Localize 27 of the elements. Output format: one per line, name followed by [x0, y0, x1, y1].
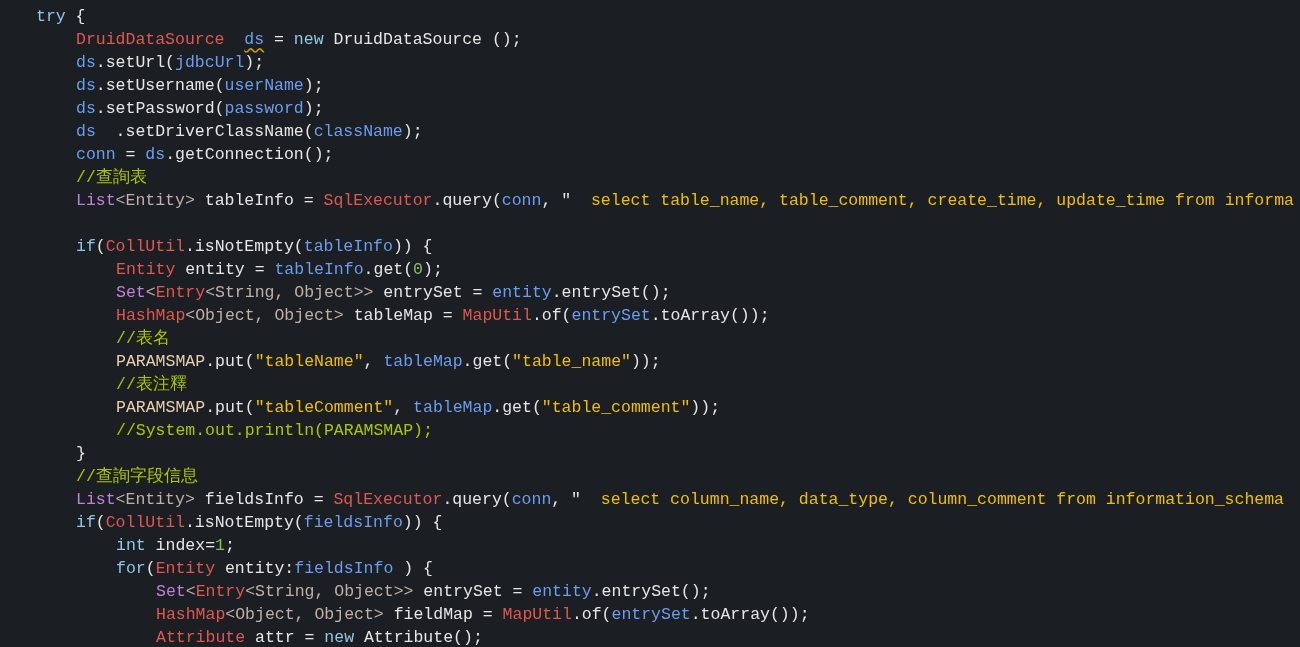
code-line: Set<Entry<String, Object>> entrySet = entity.entrySet(); [116, 282, 671, 304]
code-line: int index=1; [116, 535, 235, 557]
code-line: ds.setPassword(password); [76, 98, 324, 120]
code-line: List<Entity> fieldsInfo = SqlExecutor.query(conn, " select column_name, data_type, column_comment from information_schema [76, 489, 1285, 511]
code-line: HashMap<Object, Object> fieldMap = MapUtil.of(entrySet.toArray()); [156, 604, 810, 626]
code-line: //查詢表 [76, 167, 147, 189]
code-line: if(CollUtil.isNotEmpty(tableInfo)) { [76, 236, 433, 258]
code-line: ds .setDriverClassName(className); [76, 121, 423, 143]
code-line: //表名 [116, 328, 170, 350]
code-line: for(Entity entity:fieldsInfo ) { [116, 558, 433, 580]
code-line: Attribute attr = new Attribute(); [156, 627, 483, 647]
code-line: List<Entity> tableInfo = SqlExecutor.query(conn, " select table_name, table_comment, create_time, update_time from informa [76, 190, 1294, 212]
code-line: Set<Entry<String, Object>> entrySet = entity.entrySet(); [156, 581, 711, 603]
code-line: PARAMSMAP.put("tableComment", tableMap.get("table_comment")); [116, 397, 721, 419]
code-line: HashMap<Object, Object> tableMap = MapUtil.of(entrySet.toArray()); [116, 305, 770, 327]
code-line: if(CollUtil.isNotEmpty(fieldsInfo)) { [76, 512, 443, 534]
code-line: //表注釋 [116, 374, 187, 396]
code-line: ds.setUsername(userName); [76, 75, 324, 97]
code-line: Entity entity = tableInfo.get(0); [116, 259, 443, 281]
code-line: ds.setUrl(jdbcUrl); [76, 52, 265, 74]
code-line: try { [36, 6, 86, 28]
code-line: DruidDataSource ds = new DruidDataSource (); [76, 29, 522, 51]
code-line: //查詢字段信息 [76, 465, 198, 488]
code-line: } [76, 443, 86, 465]
code-line: PARAMSMAP.put("tableName", tableMap.get("table_name")); [116, 351, 661, 373]
code-line: //System.out.println(PARAMSMAP); [116, 420, 433, 442]
code-line: conn = ds.getConnection(); [76, 144, 334, 166]
